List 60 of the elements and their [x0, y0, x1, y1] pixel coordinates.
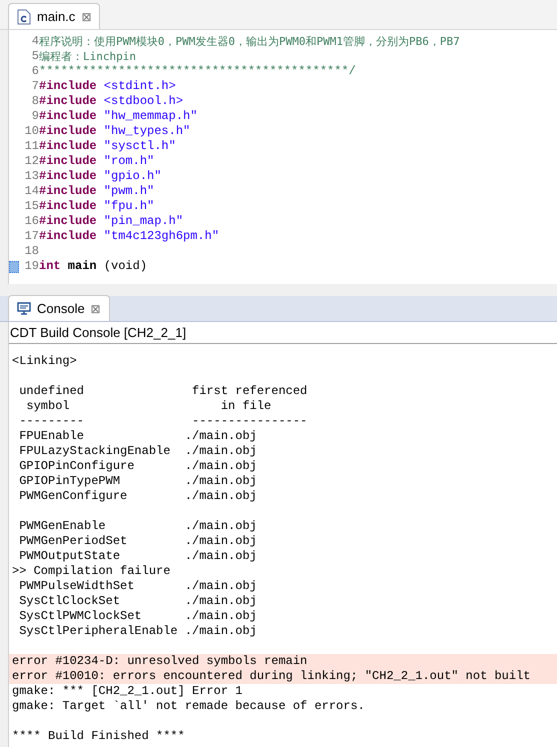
line-number: 8 — [30, 94, 39, 109]
code-line: #include "pwm.h" — [39, 184, 154, 199]
tab[interactable]: main.c ⊠ — [8, 3, 100, 29]
console-line: FPUEnable ./main.obj — [18, 429, 258, 444]
console-line: PWMGenPeriodSet ./main.obj — [18, 534, 258, 549]
line-number: 18 — [24, 244, 39, 259]
line-number: 12 — [24, 154, 39, 169]
line-number: 15 — [24, 199, 39, 214]
console-line: PWMOutputState ./main.obj — [18, 549, 258, 564]
line-number: 4 — [30, 34, 39, 49]
console-line: SysCtlClockSet ./main.obj — [18, 594, 258, 609]
line-number: 17 — [24, 229, 39, 244]
line-number: 13 — [24, 169, 39, 184]
line-number: 5 — [30, 49, 39, 64]
console-line: >> Compilation failure — [11, 564, 172, 579]
tab[interactable]: Console ⊠ — [8, 295, 110, 321]
code-line: 编程者：Linchpin — [39, 48, 136, 64]
console-line: SysCtlPWMClockSet ./main.obj — [18, 609, 258, 624]
line-number: 14 — [24, 184, 39, 199]
console-line: SysCtlPeripheralEnable ./main.obj — [18, 624, 258, 639]
code-line: #include "fpu.h" — [39, 199, 154, 214]
console-line: <Linking> — [11, 354, 78, 369]
code-line: #include <stdint.h> — [39, 79, 176, 94]
console-line: PWMGenEnable ./main.obj — [18, 519, 258, 534]
code-line: #include "gpio.h" — [39, 169, 162, 184]
code-line: *******************************************/ — [39, 64, 356, 79]
console-header: CDT Build Console [CH2_2_1] — [10, 324, 186, 342]
console-line: FPULazyStackingEnable ./main.obj — [18, 444, 258, 459]
console-line: **** Build Finished **** — [11, 729, 186, 744]
c-file-icon — [17, 8, 31, 24]
code-line: #include "tm4c123gh6pm.h" — [39, 229, 220, 244]
console-line: PWMPulseWidthSet ./main.obj — [18, 579, 258, 594]
console-line: gmake: *** [CH2_2_1.out] Error 1 — [11, 684, 244, 699]
line-number: 19 — [24, 259, 39, 274]
console-line: gmake: Target `all' not remade because of errors. — [11, 699, 366, 714]
code-line: #include "rom.h" — [39, 154, 154, 169]
line-number: 10 — [24, 124, 39, 139]
console-line: --------- ---------------- — [18, 414, 308, 429]
console-line: GPIOPinTypePWM ./main.obj — [18, 474, 258, 489]
code-line: #include <stdbool.h> — [39, 94, 184, 109]
console-line: GPIOPinConfigure ./main.obj — [18, 459, 258, 474]
console-line: undefined first referenced — [18, 384, 308, 399]
close-button[interactable]: ⊠ — [90, 302, 101, 314]
line-number: 9 — [30, 109, 39, 124]
code-line: #include "pin_map.h" — [39, 214, 184, 229]
code-line: 程序说明：使用PWM模块0，PWM发生器0，输出为PWM0和PWM1管脚，分别为PB6，PB7 — [39, 34, 460, 50]
code-line: int main (void) — [39, 259, 148, 274]
line-number: 11 — [24, 139, 39, 154]
close-button[interactable]: ⊠ — [81, 10, 92, 22]
monitor-icon — [17, 302, 31, 315]
tab-title: Console — [37, 300, 85, 318]
code-line: #include "hw_memmap.h" — [39, 109, 198, 124]
line-number: 16 — [24, 214, 39, 229]
code-line: #include "hw_types.h" — [39, 124, 190, 139]
line-number: 6 — [30, 64, 39, 79]
tab-title: main.c — [37, 8, 76, 26]
code-line: #include "sysctl.h" — [39, 139, 176, 154]
console-line: symbol in file — [25, 399, 272, 414]
line-number: 7 — [30, 79, 39, 94]
console-line: PWMGenConfigure ./main.obj — [18, 489, 258, 504]
